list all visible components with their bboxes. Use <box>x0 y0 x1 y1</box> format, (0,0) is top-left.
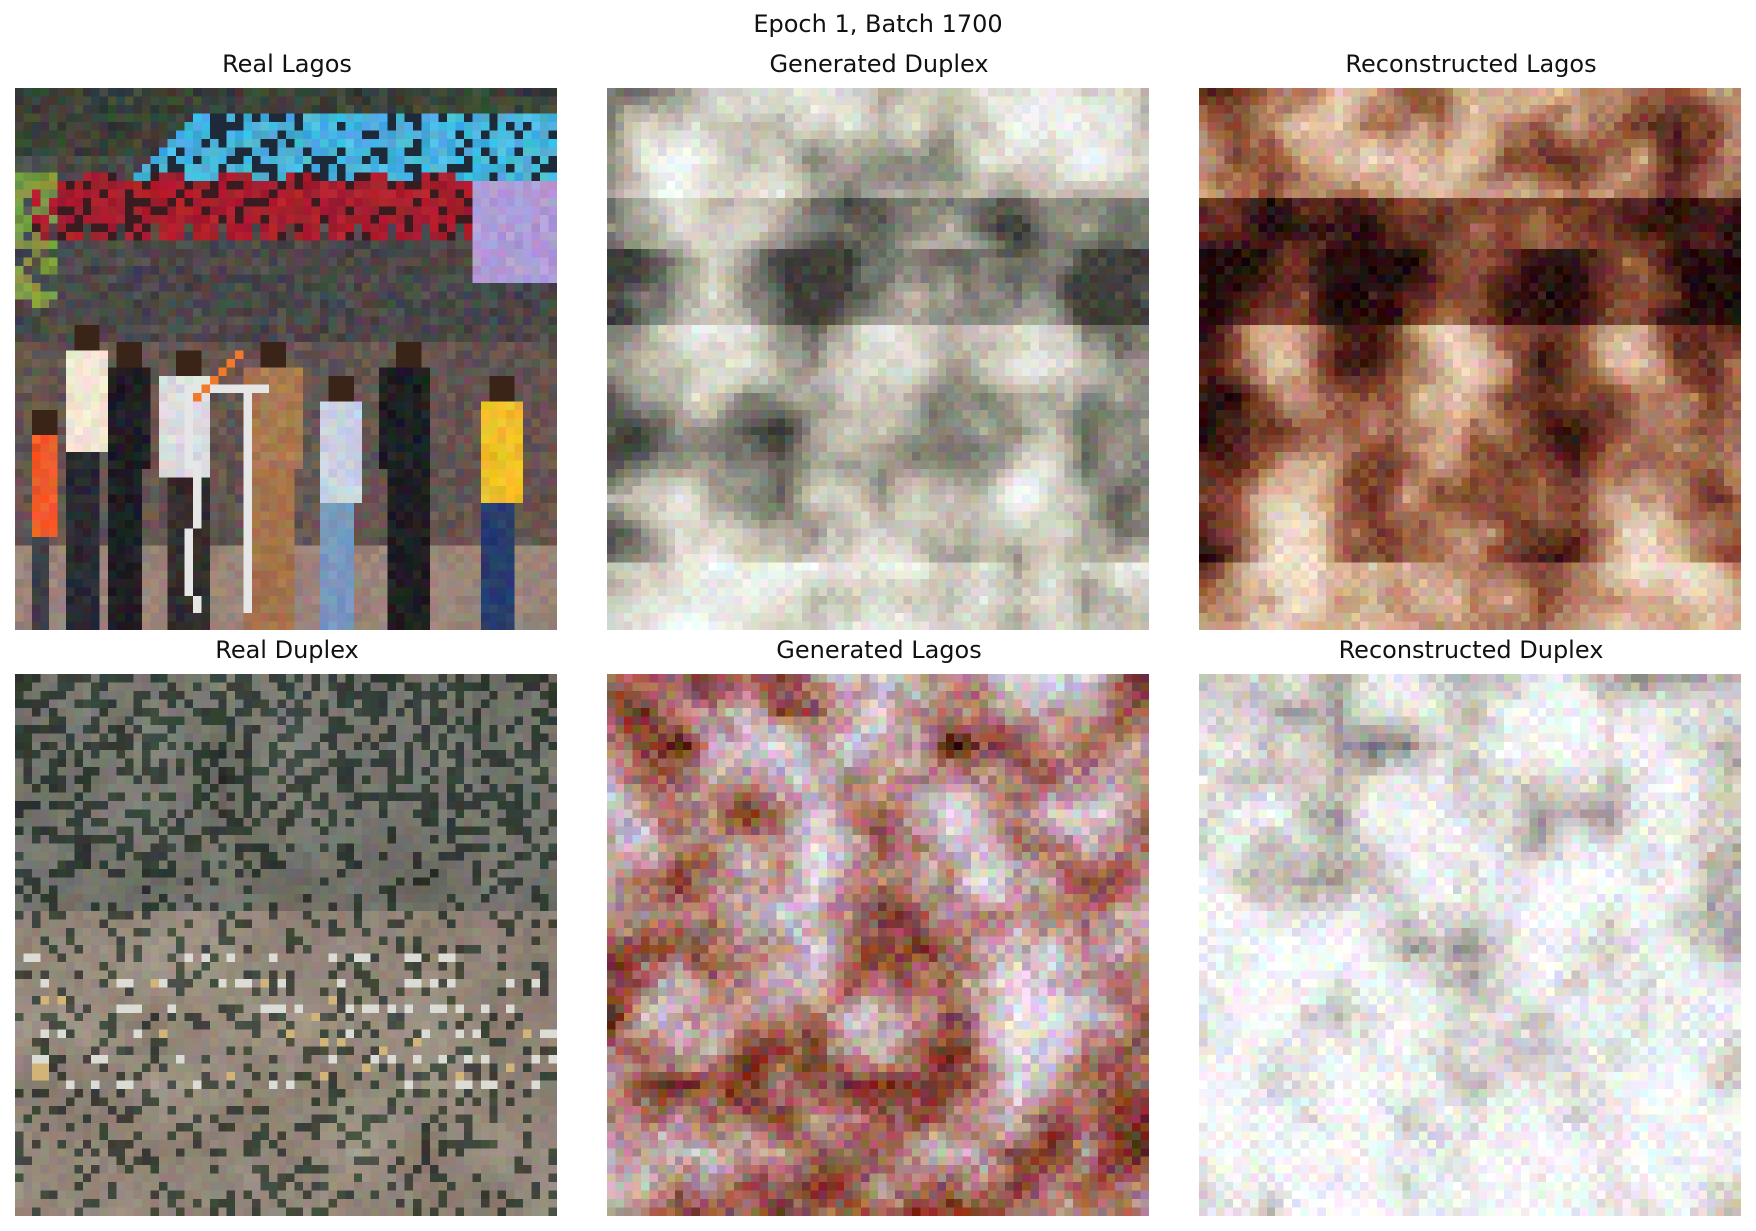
panel-title-generated-duplex: Generated Duplex <box>769 50 989 78</box>
panel-title-real-lagos: Real Lagos <box>222 50 352 78</box>
image-generated-lagos <box>607 674 1149 1216</box>
image-generated-duplex-canvas <box>607 88 1149 630</box>
image-reconstructed-duplex <box>1199 674 1741 1216</box>
panel-title-reconstructed-duplex: Reconstructed Duplex <box>1338 636 1604 664</box>
panel-title-generated-lagos: Generated Lagos <box>776 636 982 664</box>
panel-title-reconstructed-lagos: Reconstructed Lagos <box>1345 50 1597 78</box>
image-reconstructed-lagos <box>1199 88 1741 630</box>
panel-title-real-duplex: Real Duplex <box>215 636 359 664</box>
image-reconstructed-lagos-canvas <box>1199 88 1741 630</box>
image-reconstructed-duplex-canvas <box>1199 674 1741 1216</box>
image-real-lagos <box>15 88 557 630</box>
figure-suptitle: Epoch 1, Batch 1700 <box>753 10 1003 38</box>
image-real-duplex-canvas <box>15 674 557 1216</box>
image-generated-lagos-canvas <box>607 674 1149 1216</box>
image-real-duplex <box>15 674 557 1216</box>
image-real-lagos-canvas <box>15 88 557 630</box>
image-generated-duplex <box>607 88 1149 630</box>
